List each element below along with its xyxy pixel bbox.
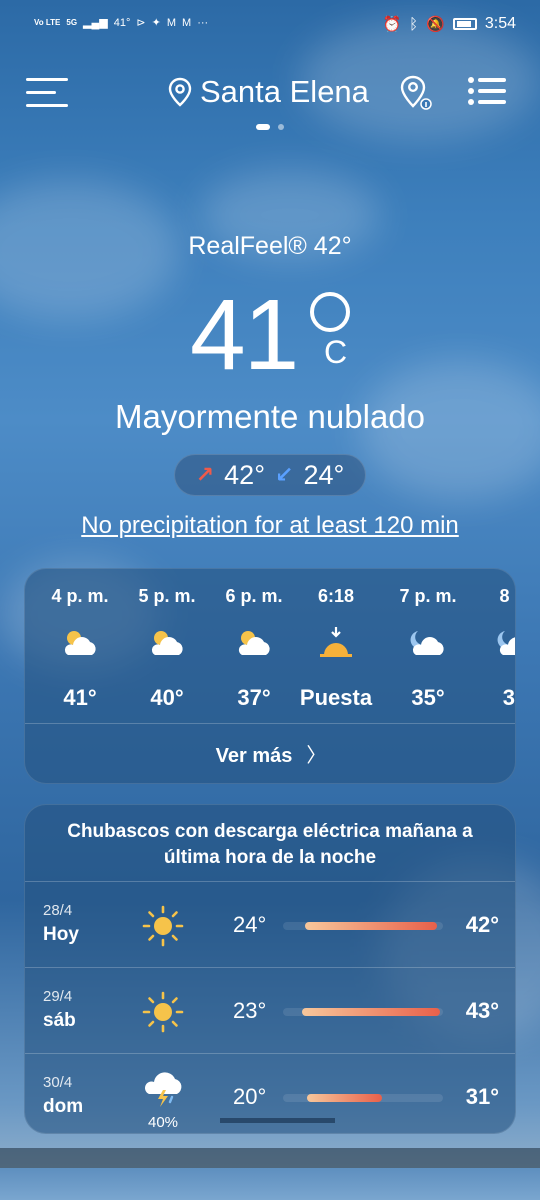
location-name: Santa Elena	[200, 74, 369, 109]
precipitation-link[interactable]: No precipitation for at least 120 min	[0, 512, 540, 540]
day-low: 20°	[233, 1084, 267, 1109]
temperature-unit: C	[324, 334, 348, 370]
hour-label: 4 p. m.	[51, 586, 109, 606]
hour-label: 8 p.	[499, 586, 515, 606]
divider	[25, 723, 515, 724]
sea	[0, 1168, 540, 1200]
night-cloudy-icon	[497, 631, 515, 655]
day-date: 28/4	[43, 902, 73, 919]
hour-label: 6 p. m.	[225, 586, 283, 606]
partly-cloudy-icon	[151, 631, 183, 655]
day-high: 31°	[465, 1084, 499, 1109]
see-more-label: Ver más	[215, 745, 293, 767]
precip-probability: 40%	[147, 1114, 179, 1131]
location-pin-icon	[168, 77, 192, 107]
list-icon[interactable]	[468, 76, 506, 106]
sun-icon	[142, 991, 184, 1033]
media-icon: ⊳	[136, 17, 146, 29]
mute-icon: 🔕	[426, 16, 445, 33]
degree-symbol	[310, 292, 350, 332]
hour-temp: 33	[502, 685, 515, 710]
hour-temp: 37°	[237, 685, 271, 710]
hour-label: 7 p. m.	[399, 586, 457, 606]
day-low: 24°	[233, 912, 267, 937]
hourly-strip[interactable]: 4 p. m. 41° 5 p. m. 40° 6 p. m. 37° 6:18…	[25, 569, 515, 723]
status-temp: 41°	[113, 16, 131, 29]
day-high: 43°	[465, 998, 499, 1023]
temp-range-track	[283, 922, 443, 930]
high-low-pill: ↗ 42° ↙ 24°	[174, 454, 366, 496]
network-indicator: Vo LTE	[34, 17, 61, 27]
signal-bars-icon: ▂▄▆	[83, 17, 108, 29]
gmail-icon: M	[166, 16, 177, 29]
arrow-down-icon: ↙	[275, 462, 294, 487]
day-low: 23°	[233, 998, 267, 1023]
hour-label: 6:18	[317, 586, 355, 606]
clock: 3:54	[484, 15, 516, 32]
alarm-icon: ⏰	[382, 16, 402, 33]
see-more-button[interactable]: Ver más 〉	[25, 739, 515, 768]
day-date: 30/4	[43, 1074, 73, 1091]
day-name: dom	[43, 1096, 84, 1117]
high-temp: 42°	[224, 459, 265, 490]
low-temp: 24°	[303, 459, 345, 490]
temp-range-track	[283, 1094, 443, 1102]
day-name: sáb	[43, 1010, 76, 1031]
day-row[interactable]: 28/4 Hoy 24° 42°	[25, 881, 515, 967]
hourly-forecast-card: 4 p. m. 41° 5 p. m. 40° 6 p. m. 37° 6:18…	[24, 568, 516, 784]
hour-temp: 41°	[63, 685, 97, 710]
bluetooth-icon: ᛒ	[409, 15, 419, 33]
more-notifications-icon: ···	[197, 16, 209, 29]
menu-icon[interactable]	[26, 74, 68, 110]
hour-label: 5 p. m.	[138, 586, 196, 606]
page-dot	[278, 124, 284, 130]
night-cloudy-icon	[410, 631, 444, 655]
arrow-up-icon: ↗	[195, 462, 215, 487]
partly-cloudy-icon	[238, 631, 270, 655]
temp-range-bar	[302, 1008, 440, 1016]
condition-text: Mayormente nublado	[114, 398, 426, 435]
battery-icon	[452, 18, 477, 30]
chevron-right-icon: 〉	[306, 745, 327, 767]
hour-temp: 35°	[411, 685, 445, 710]
daily-headline[interactable]: Chubascos con descarga eléctrica mañana …	[45, 819, 495, 871]
day-high: 42°	[465, 912, 499, 937]
current-temperature: 41	[190, 279, 299, 391]
page-indicator	[0, 124, 540, 130]
status-bar: Vo LTE 5G ▂▄▆ 41° ⊳ ✦ M M ··· ⏰ ᛒ 🔕 3:54	[0, 0, 540, 52]
signal-indicator: 5G	[66, 17, 78, 27]
day-row[interactable]: 29/4 sáb 23° 43°	[25, 967, 515, 1053]
location-title[interactable]: Santa Elena	[168, 74, 369, 110]
day-date: 29/4	[43, 988, 73, 1005]
top-bar: Santa Elena	[0, 70, 540, 120]
page-dot-active	[256, 124, 270, 130]
sun-icon	[142, 905, 184, 947]
day-row[interactable]: 30/4 dom 40% 20° 31°	[25, 1053, 515, 1133]
partly-cloudy-icon	[64, 631, 96, 655]
thunderstorm-icon	[145, 1072, 182, 1107]
daily-forecast-card: Chubascos con descarga eléctrica mañana …	[24, 804, 516, 1134]
sunset-icon	[320, 627, 352, 657]
twitter-icon: ✦	[151, 17, 161, 29]
temp-range-bar	[305, 922, 437, 930]
realfeel-label: RealFeel® 42°	[188, 232, 352, 260]
current-location-icon[interactable]	[398, 74, 432, 110]
day-name: Hoy	[43, 924, 79, 945]
gmail-icon: M	[182, 16, 192, 29]
temp-range-track	[283, 1008, 443, 1016]
temp-range-bar	[307, 1094, 383, 1102]
sunset-label: Puesta	[299, 685, 373, 710]
hour-temp: 40°	[150, 685, 184, 710]
